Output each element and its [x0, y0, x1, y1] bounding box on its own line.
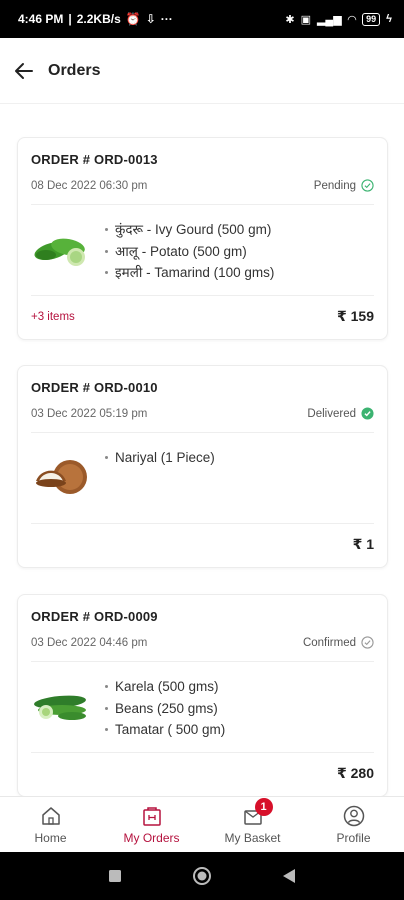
pending-check-icon	[361, 179, 374, 192]
nav-profile[interactable]: Profile	[303, 797, 404, 852]
recent-apps-icon[interactable]	[108, 869, 122, 883]
back-arrow-icon[interactable]	[12, 59, 36, 83]
order-status: Pending	[314, 179, 374, 192]
status-label: Delivered	[307, 407, 356, 420]
order-status: Delivered	[307, 407, 374, 420]
app-bar: Orders	[0, 38, 404, 104]
order-card[interactable]: ORDER # ORD-0010 03 Dec 2022 05:19 pm De…	[17, 365, 388, 568]
back-triangle-icon[interactable]	[282, 868, 296, 884]
system-nav-bar	[0, 852, 404, 900]
item-list: Karela (500 gms) Beans (250 gms) Tamatar…	[105, 676, 225, 741]
coconut-image	[31, 449, 91, 505]
order-number: ORDER # ORD-0013	[31, 152, 158, 167]
status-time: 4:46 PM	[18, 12, 64, 26]
list-item: Tamatar ( 500 gm)	[105, 719, 225, 741]
order-date: 03 Dec 2022 04:46 pm	[31, 636, 148, 649]
ivy-gourd-image	[31, 221, 91, 277]
signal-icon: ▂▄▆	[316, 13, 342, 26]
nav-my-basket[interactable]: 1 My Basket	[202, 797, 303, 852]
status-more: ···	[160, 12, 173, 26]
order-card[interactable]: ORDER # ORD-0009 03 Dec 2022 04:46 pm Co…	[17, 594, 388, 796]
orders-icon	[142, 806, 161, 826]
order-total: ₹ 280	[337, 765, 374, 781]
order-number: ORDER # ORD-0010	[31, 380, 158, 395]
page-title: Orders	[48, 61, 101, 79]
orders-list[interactable]: ORDER # ORD-0013 08 Dec 2022 06:30 pm Pe…	[0, 104, 404, 796]
order-status: Confirmed	[303, 636, 374, 649]
list-item: इमली - Tamarind (100 gms)	[105, 262, 274, 284]
charging-icon: ϟ	[386, 13, 392, 25]
status-label: Pending	[313, 179, 356, 192]
home-circle-icon[interactable]	[192, 866, 212, 886]
basket-badge: 1	[254, 797, 273, 816]
nav-profile-label: Profile	[336, 830, 371, 845]
karela-image	[31, 678, 91, 734]
battery-icon: 99	[362, 12, 381, 26]
order-total: ₹ 159	[337, 308, 374, 324]
item-list: कुंदरू - Ivy Gourd (500 gm) आलू - Potato…	[105, 219, 274, 284]
list-item: Karela (500 gms)	[105, 676, 225, 698]
nav-home-label: Home	[34, 830, 67, 845]
alarm-icon: ⏰	[125, 12, 141, 26]
wifi-icon: ◠	[347, 13, 357, 26]
nav-basket-label: My Basket	[224, 830, 281, 845]
order-total: ₹ 1	[352, 536, 374, 552]
nav-my-orders[interactable]: My Orders	[101, 797, 202, 852]
order-date: 08 Dec 2022 06:30 pm	[31, 179, 148, 192]
item-list: Nariyal (1 Piece)	[105, 447, 215, 469]
download-icon: ⇩	[145, 12, 156, 26]
basket-icon-wrap: 1	[242, 797, 273, 827]
profile-icon	[343, 805, 364, 826]
list-item: आलू - Potato (500 gm)	[105, 241, 274, 263]
order-card[interactable]: ORDER # ORD-0013 08 Dec 2022 06:30 pm Pe…	[17, 137, 388, 340]
nav-orders-label: My Orders	[123, 830, 180, 845]
list-item: Beans (250 gms)	[105, 698, 225, 720]
order-date: 03 Dec 2022 05:19 pm	[31, 407, 148, 420]
confirmed-check-icon	[361, 636, 374, 649]
bluetooth-icon: ✱	[285, 13, 295, 26]
list-item: कुंदरू - Ivy Gourd (500 gm)	[105, 219, 274, 241]
nav-home[interactable]: Home	[0, 797, 101, 852]
status-speed: 2.2KB/s	[76, 12, 121, 26]
vibrate-icon: ▣	[300, 13, 311, 26]
home-icon	[41, 806, 60, 825]
list-item: Nariyal (1 Piece)	[105, 447, 215, 469]
status-bar: 4:46 PM | 2.2KB/s ⏰ ⇩ ··· ✱ ▣ ▂▄▆ ◠ 99 ϟ	[0, 0, 404, 38]
delivered-check-icon	[361, 407, 374, 420]
more-items-link[interactable]: +3 items	[31, 311, 75, 323]
status-label: Confirmed	[302, 636, 356, 649]
order-number: ORDER # ORD-0009	[31, 609, 158, 624]
bottom-nav: Home My Orders 1 My Basket Profile	[0, 796, 404, 852]
